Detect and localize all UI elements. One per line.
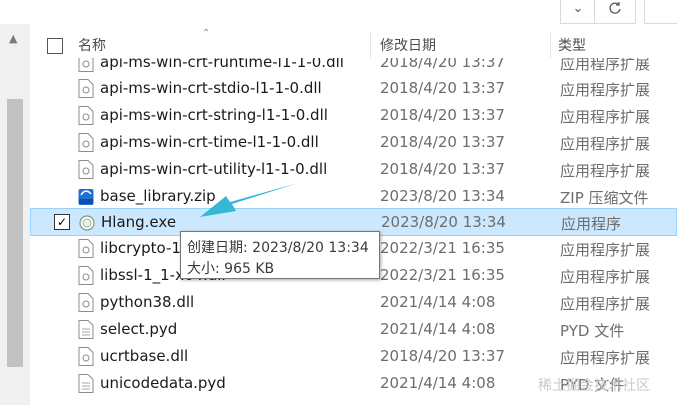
file-row[interactable]: ucrtbase.dll 2018/4/20 13:37 应用程序扩展 [30, 343, 677, 370]
dll-file-icon [78, 106, 94, 125]
row-checkbox[interactable]: ✓ [54, 214, 70, 230]
dll-file-icon [78, 58, 94, 72]
file-date: 2018/4/20 13:37 [380, 79, 505, 97]
select-all-checkbox[interactable] [47, 38, 63, 54]
file-name: ucrtbase.dll [100, 347, 189, 365]
file-name: api-ms-win-crt-utility-l1-1-0.dll [100, 160, 328, 178]
file-date: 2018/4/20 13:37 [380, 347, 505, 365]
file-row[interactable]: python38.dll 2021/4/14 4:08 应用程序扩展 [30, 289, 677, 316]
file-date: 2018/4/20 13:37 [380, 58, 505, 71]
column-divider[interactable] [370, 32, 371, 58]
file-type: ZIP 压缩文件 [560, 189, 649, 207]
file-date: 2018/4/20 13:37 [380, 133, 505, 151]
file-type: PYD 文件 [560, 322, 625, 340]
file-name: select.pyd [100, 320, 178, 338]
scroll-thumb[interactable] [7, 99, 23, 367]
file-row[interactable]: base_library.zip 2023/8/20 13:34 ZIP 压缩文… [30, 183, 677, 210]
file-row[interactable]: api-ms-win-crt-string-l1-1-0.dll 2018/4/… [30, 102, 677, 129]
file-date: 2023/8/20 13:34 [380, 187, 505, 205]
tooltip-file-size: 大小: 965 KB [187, 261, 275, 277]
file-type: 应用程序扩展 [560, 268, 651, 286]
dll-file-icon [78, 133, 94, 152]
file-date: 2022/3/21 16:35 [380, 239, 505, 257]
column-header: ⌃ 名称 修改日期 类型 [30, 24, 677, 58]
file-name: libcrypto-1 [100, 239, 181, 257]
file-name: python38.dll [100, 293, 195, 311]
file-date: 2022/3/21 16:35 [380, 266, 505, 284]
file-name: api-ms-win-crt-string-l1-1-0.dll [100, 106, 328, 124]
dll-file-icon [78, 266, 94, 285]
file-row[interactable]: select.pyd 2021/4/14 4:08 PYD 文件 [30, 316, 677, 343]
exe-app-icon [79, 215, 95, 231]
file-type: 应用程序扩展 [560, 295, 651, 313]
zip-file-icon [78, 189, 94, 205]
file-row[interactable]: api-ms-win-crt-time-l1-1-0.dll 2018/4/20… [30, 129, 677, 156]
file-name: base_library.zip [100, 187, 216, 205]
file-type: 应用程序扩展 [560, 108, 651, 126]
column-divider[interactable] [550, 32, 551, 58]
search-box[interactable] [644, 0, 677, 24]
file-date: 2023/8/20 13:34 [381, 213, 506, 231]
address-dropdown-button[interactable]: ⌄ [560, 0, 595, 24]
file-row[interactable]: api-ms-win-crt-runtime-l1-1-0.dll 2018/4… [30, 58, 677, 76]
watermark: 稀土掘金技术社区 [538, 378, 650, 394]
file-date: 2021/4/14 4:08 [380, 374, 496, 392]
sort-ascending-icon: ⌃ [202, 28, 211, 39]
refresh-icon [609, 2, 621, 14]
file-info-tooltip: 创建日期: 2023/8/20 13:34 大小: 965 KB [180, 231, 380, 279]
file-date: 2021/4/14 4:08 [380, 320, 496, 338]
scroll-up-arrow-icon[interactable]: ▲ [9, 32, 17, 45]
vertical-scrollbar[interactable]: ▲ [0, 24, 30, 405]
file-name: unicodedata.pyd [100, 374, 226, 392]
dll-file-icon [78, 160, 94, 179]
tooltip-created-date: 创建日期: 2023/8/20 13:34 [187, 240, 369, 256]
chevron-down-icon: ⌄ [572, 0, 584, 16]
dll-file-icon [78, 293, 94, 312]
file-date: 2018/4/20 13:37 [380, 106, 505, 124]
file-type: 应用程序扩展 [560, 349, 651, 367]
file-type: 应用程序扩展 [560, 135, 651, 153]
file-row[interactable]: api-ms-win-crt-utility-l1-1-0.dll 2018/4… [30, 156, 677, 183]
dll-file-icon [78, 347, 94, 366]
file-type: 应用程序扩展 [560, 81, 651, 99]
file-type: 应用程序扩展 [560, 241, 651, 259]
column-type-header[interactable]: 类型 [558, 24, 586, 58]
file-date: 2021/4/14 4:08 [380, 293, 496, 311]
file-date: 2018/4/20 13:37 [380, 160, 505, 178]
file-icon [78, 374, 94, 393]
file-name: api-ms-win-crt-stdio-l1-1-0.dll [100, 79, 322, 97]
file-name: api-ms-win-crt-runtime-l1-1-0.dll [100, 58, 344, 71]
column-name-header[interactable]: 名称 [78, 24, 106, 58]
file-name: Hlang.exe [101, 213, 177, 231]
dll-file-icon [78, 239, 94, 258]
refresh-button[interactable] [594, 0, 636, 24]
column-date-header[interactable]: 修改日期 [380, 24, 436, 58]
file-row[interactable]: api-ms-win-crt-stdio-l1-1-0.dll 2018/4/2… [30, 75, 677, 102]
file-type: 应用程序 [561, 215, 622, 233]
dll-file-icon [78, 79, 94, 98]
file-name: api-ms-win-crt-time-l1-1-0.dll [100, 133, 319, 151]
address-toolbar: ⌄ [0, 0, 677, 24]
file-icon [78, 320, 94, 339]
file-type: 应用程序扩展 [560, 162, 651, 180]
file-type: 应用程序扩展 [560, 58, 651, 73]
